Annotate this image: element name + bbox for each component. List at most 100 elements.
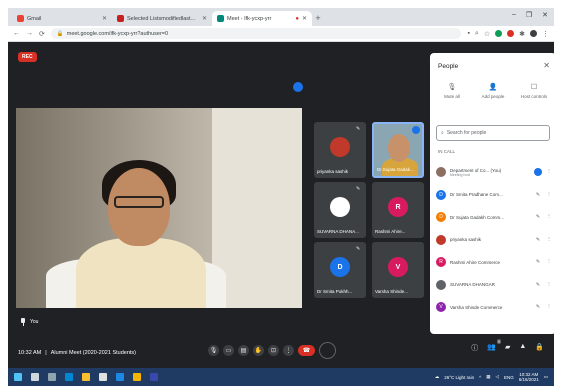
list-item[interactable]: D Dr Smita Pradhane Com... ✎ ⋮ xyxy=(434,184,552,207)
separator: | xyxy=(45,350,47,356)
zoom-icon[interactable]: ⌕ xyxy=(475,30,479,38)
windows-start-icon[interactable] xyxy=(14,373,22,381)
more-icon[interactable]: ⋮ xyxy=(546,237,552,243)
store-icon[interactable] xyxy=(99,373,107,381)
people-panel-title: People xyxy=(438,63,459,70)
participant-tile[interactable]: ✎ priyanka sashik xyxy=(314,122,366,178)
more-icon[interactable]: ⋮ xyxy=(546,282,552,288)
browser-tab[interactable]: Gmail ✕ xyxy=(12,11,112,26)
more-options-button[interactable]: ⋮ xyxy=(283,345,294,356)
close-tab-icon[interactable]: ✕ xyxy=(102,15,107,22)
meeting-details[interactable]: 10:32 AM | Alumni Meet (2020-2021 Studen… xyxy=(18,350,136,356)
avatar xyxy=(436,279,446,290)
list-item[interactable]: V Varsha Shinde Commerce ✎ ⋮ xyxy=(434,296,552,319)
more-icon[interactable]: ⋮ xyxy=(546,304,552,310)
more-icon[interactable]: ⋮ xyxy=(546,192,552,198)
browser-tab-bar: Gmail ✕ Selected Listsmodifiedlast... ✕ … xyxy=(8,8,554,26)
window-controls: – ❐ ✕ xyxy=(512,11,548,19)
minimize-button[interactable]: – xyxy=(512,11,516,19)
mute-all-button[interactable]: 🎙 Mute all xyxy=(434,83,470,99)
chrome-icon[interactable] xyxy=(133,373,141,381)
meeting-time: 10:32 AM xyxy=(18,350,42,356)
mic-off-icon: ✎ xyxy=(535,214,541,221)
app-icon[interactable] xyxy=(150,373,158,381)
activities-icon[interactable]: ▲ xyxy=(519,343,526,353)
edge-icon[interactable] xyxy=(65,373,73,381)
language-indicator[interactable]: ENG xyxy=(504,375,514,380)
captions-button[interactable]: ▤ xyxy=(238,345,249,356)
profile-avatar[interactable] xyxy=(530,30,537,37)
participant-tile-self[interactable]: Dr.Sujata Gadak... xyxy=(372,122,424,178)
notification-icon[interactable]: ▭ xyxy=(544,374,548,380)
tile-name: SUVARNA DHANA... xyxy=(317,229,359,234)
participant-tile[interactable]: ✎ SUVARNA DHANA... xyxy=(314,182,366,238)
participant-name: Rashmi Ahire Commerce xyxy=(450,259,501,265)
microphone-button[interactable]: 🎙 xyxy=(208,345,219,356)
clock[interactable]: 10:32 AM 6/16/2021 xyxy=(519,372,539,382)
leave-call-button[interactable]: ☎ xyxy=(298,345,315,356)
camera-icon[interactable]: ▪ xyxy=(467,30,469,37)
tile-name: Varsha Shinde... xyxy=(375,289,408,294)
participant-tile[interactable]: V Varsha Shinde... xyxy=(372,242,424,298)
url-input[interactable]: 🔒 meet.google.com/ifk-ycxp-yrr?authuser=… xyxy=(50,28,462,39)
avatar: V xyxy=(388,257,408,277)
star-icon[interactable]: ☆ xyxy=(484,30,490,38)
present-button[interactable]: ⊡ xyxy=(268,345,279,356)
extension-check-icon[interactable] xyxy=(495,30,503,37)
chat-icon[interactable]: ▰ xyxy=(505,343,510,353)
list-item[interactable]: Department of Co... (You) Meeting host ⋮ xyxy=(434,161,552,184)
forward-icon[interactable]: → xyxy=(26,30,33,38)
close-icon[interactable]: ✕ xyxy=(543,61,550,70)
avatar: D xyxy=(330,257,350,277)
reload-icon[interactable]: ⟳ xyxy=(39,30,45,38)
speaker-scarf xyxy=(76,238,206,308)
list-item[interactable]: SUVARNA DHANGAR ✎ ⋮ xyxy=(434,274,552,297)
more-icon[interactable]: ⋮ xyxy=(546,169,552,175)
browser-tab-active[interactable]: Meet - Ifk-ycxp-yrr ● ✕ xyxy=(212,11,312,26)
search-icon[interactable] xyxy=(31,373,39,381)
host-controls-button[interactable]: ☐ Host controls xyxy=(516,83,552,99)
people-button[interactable]: 👥 9 xyxy=(487,339,501,353)
extension-red-icon[interactable] xyxy=(507,30,515,37)
more-icon[interactable]: ⋮ xyxy=(546,214,552,220)
close-tab-icon[interactable]: ● xyxy=(295,16,299,22)
participant-tile[interactable]: D ✎ Dr Smita Pokhh... xyxy=(314,242,366,298)
close-tab-icon[interactable]: ✕ xyxy=(202,15,207,22)
more-icon[interactable]: ⋮ xyxy=(546,259,552,265)
new-tab-button[interactable]: + xyxy=(312,11,324,26)
back-icon[interactable]: ← xyxy=(13,30,20,38)
close-window-button[interactable]: ✕ xyxy=(542,11,548,19)
raise-hand-button[interactable]: ✋ xyxy=(253,345,264,356)
info-icon[interactable]: ⓘ xyxy=(471,343,478,353)
volume-icon[interactable]: ◁ xyxy=(495,374,498,380)
maximize-button[interactable]: ❐ xyxy=(526,11,532,19)
side-panel-controls: ⓘ 👥 9 ▰ ▲ 🔒 xyxy=(471,339,544,353)
address-bar-row: ← → ⟳ 🔒 meet.google.com/ifk-ycxp-yrr?aut… xyxy=(8,26,554,42)
weather-icon[interactable]: ☁ xyxy=(435,374,440,380)
extensions-puzzle-icon[interactable]: ✱ xyxy=(519,30,525,38)
add-people-button[interactable]: 👤 Add people xyxy=(475,83,511,99)
main-speaker-video[interactable] xyxy=(16,108,302,308)
activity-indicator-icon[interactable] xyxy=(293,82,303,92)
people-count-badge: 9 xyxy=(496,339,501,344)
mail-icon[interactable] xyxy=(116,373,124,381)
pin-icon[interactable] xyxy=(20,318,26,326)
list-item[interactable]: priyanka sashik ✎ ⋮ xyxy=(434,229,552,252)
network-icon[interactable]: ▦ xyxy=(486,374,490,380)
menu-icon[interactable]: ⋮ xyxy=(542,30,549,38)
lock-icon[interactable]: 🔒 xyxy=(535,343,544,353)
file-explorer-icon[interactable] xyxy=(82,373,90,381)
search-input[interactable]: ⌕ Search for people xyxy=(436,125,550,141)
browser-tab[interactable]: Selected Listsmodifiedlast... ✕ xyxy=(112,11,212,26)
mute-all-label: Mute all xyxy=(444,94,460,99)
avatar xyxy=(436,234,446,245)
list-item[interactable]: D Dr Sujata Gadakh Comm... ✎ ⋮ xyxy=(434,206,552,229)
list-item[interactable]: R Rashmi Ahire Commerce ✎ ⋮ xyxy=(434,251,552,274)
tray-chevron-icon[interactable]: ^ xyxy=(479,375,481,380)
participant-tile[interactable]: R Rashmi Ahire... xyxy=(372,182,424,238)
camera-button[interactable]: ▭ xyxy=(223,345,234,356)
raise-hand-icon xyxy=(412,126,420,134)
task-view-icon[interactable] xyxy=(48,373,56,381)
close-tab-icon[interactable]: ✕ xyxy=(302,15,307,22)
mic-off-icon: ✎ xyxy=(356,186,361,192)
